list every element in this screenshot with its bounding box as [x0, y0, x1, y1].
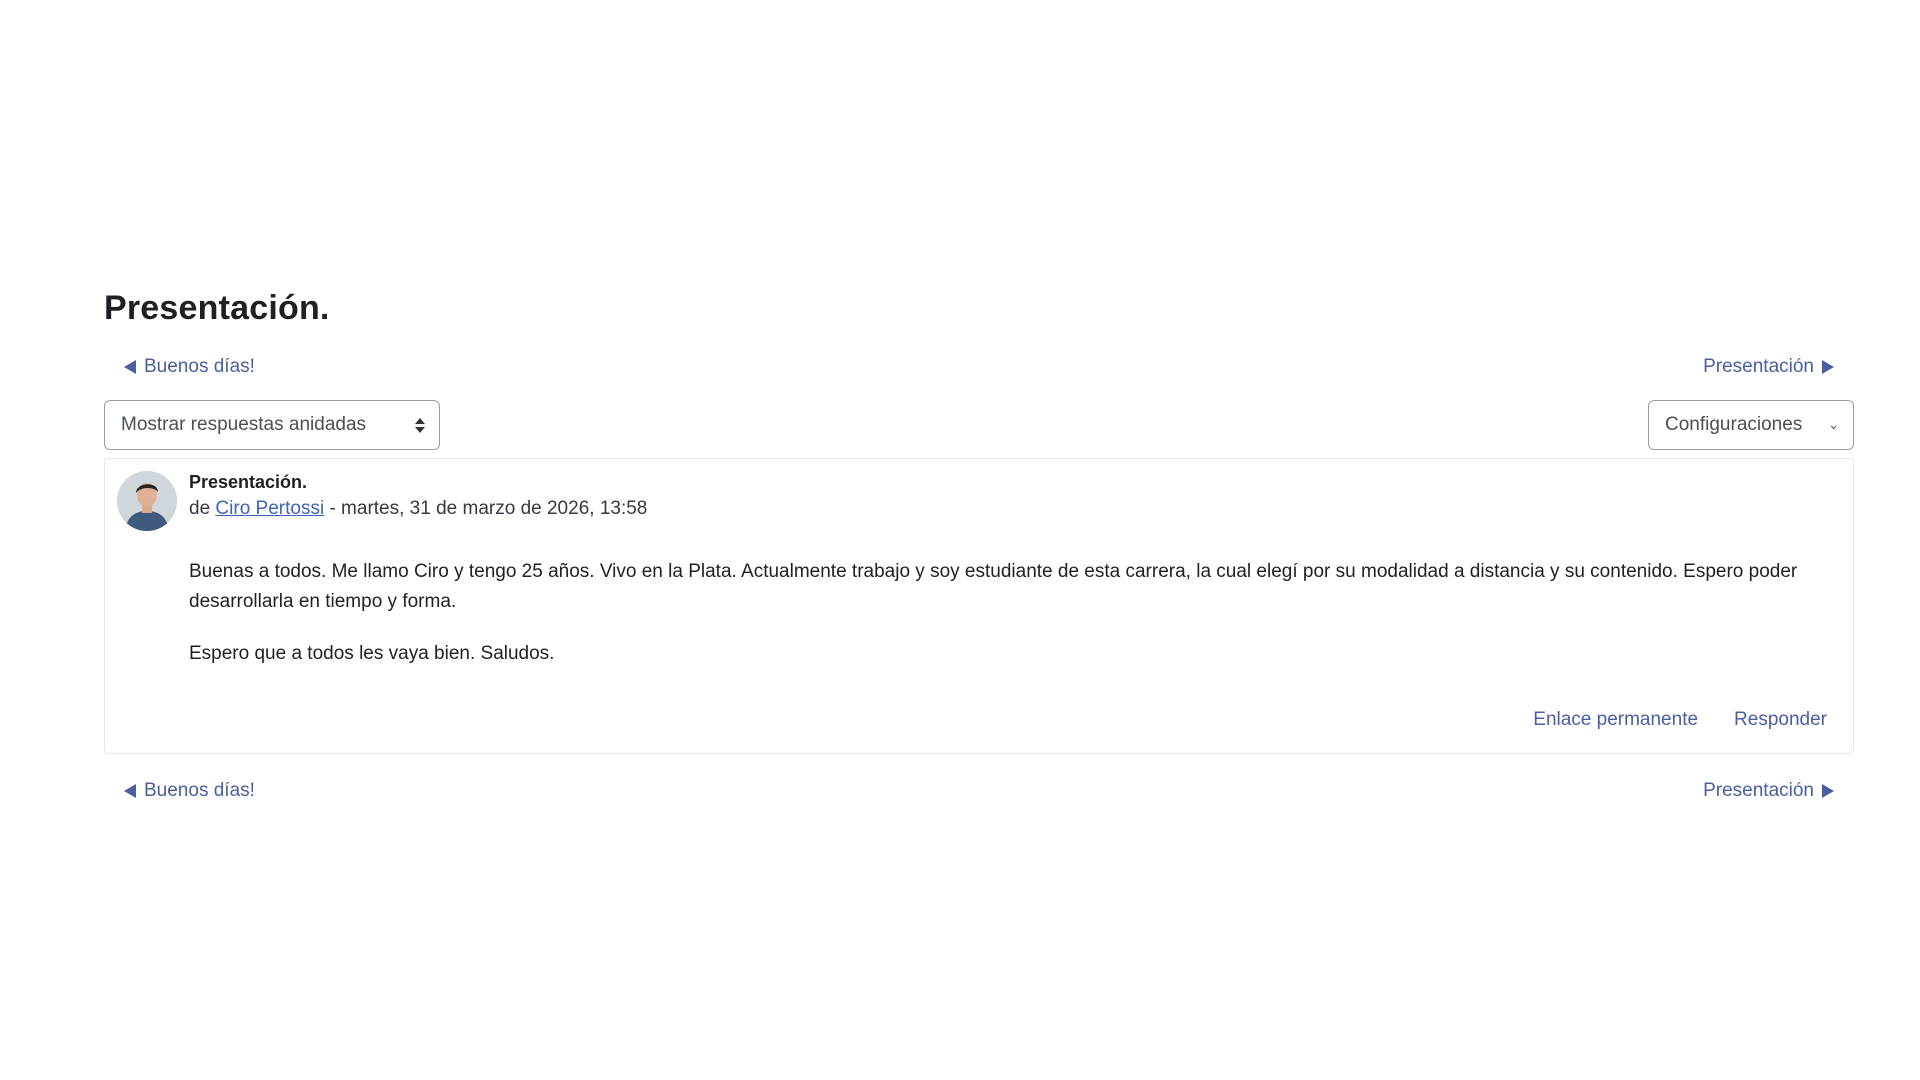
forum-discussion-page: Presentación. Buenos días! Presentación …: [104, 286, 1854, 808]
prev-discussion-link[interactable]: Buenos días!: [124, 356, 255, 378]
post-header: Presentación. de Ciro Pertossi - martes,…: [189, 469, 647, 523]
triangle-left-icon: [124, 360, 136, 374]
prev-discussion-label: Buenos días!: [144, 356, 255, 377]
post-actions: Enlace permanente Responder: [1533, 709, 1827, 731]
post-body: Buenas a todos. Me llamo Ciro y tengo 25…: [189, 557, 1829, 691]
next-discussion-label: Presentación: [1703, 780, 1814, 801]
post-date: - martes, 31 de marzo de 2026, 13:58: [329, 498, 648, 519]
page-title: Presentación.: [104, 289, 330, 327]
avatar[interactable]: [117, 471, 177, 531]
discussion-nav-bottom: Buenos días! Presentación: [104, 774, 1854, 808]
post-by-prefix: de: [189, 498, 211, 519]
permalink-link[interactable]: Enlace permanente: [1533, 709, 1698, 731]
display-mode-select[interactable]: Mostrar respuestas anidadas: [104, 400, 440, 450]
reply-link[interactable]: Responder: [1734, 709, 1827, 731]
post-subject: Presentación.: [189, 472, 308, 492]
chevron-down-icon: ⌄: [1828, 417, 1839, 432]
prev-discussion-link[interactable]: Buenos días!: [124, 780, 255, 802]
next-discussion-link[interactable]: Presentación: [1703, 780, 1834, 802]
settings-dropdown[interactable]: Configuraciones ⌄: [1648, 400, 1854, 450]
display-mode-value: Mostrar respuestas anidadas: [121, 414, 367, 435]
author-link[interactable]: Ciro Pertossi: [215, 498, 324, 519]
triangle-left-icon: [124, 784, 136, 798]
next-discussion-label: Presentación: [1703, 356, 1814, 377]
discussion-controls: Mostrar respuestas anidadas Configuracio…: [104, 400, 1854, 450]
updown-arrows-icon: [415, 417, 425, 433]
forum-post: Presentación. de Ciro Pertossi - martes,…: [104, 458, 1854, 754]
discussion-nav-top: Buenos días! Presentación: [104, 350, 1854, 384]
post-paragraph: Buenas a todos. Me llamo Ciro y tengo 25…: [189, 561, 1798, 612]
next-discussion-link[interactable]: Presentación: [1703, 356, 1834, 378]
settings-label: Configuraciones: [1665, 414, 1803, 435]
prev-discussion-label: Buenos días!: [144, 780, 255, 801]
triangle-right-icon: [1822, 360, 1834, 374]
triangle-right-icon: [1822, 784, 1834, 798]
post-paragraph: Espero que a todos les vaya bien. Saludo…: [189, 643, 555, 664]
post-meta: de Ciro Pertossi - martes, 31 de marzo d…: [189, 495, 647, 523]
user-avatar-icon: [117, 471, 177, 531]
